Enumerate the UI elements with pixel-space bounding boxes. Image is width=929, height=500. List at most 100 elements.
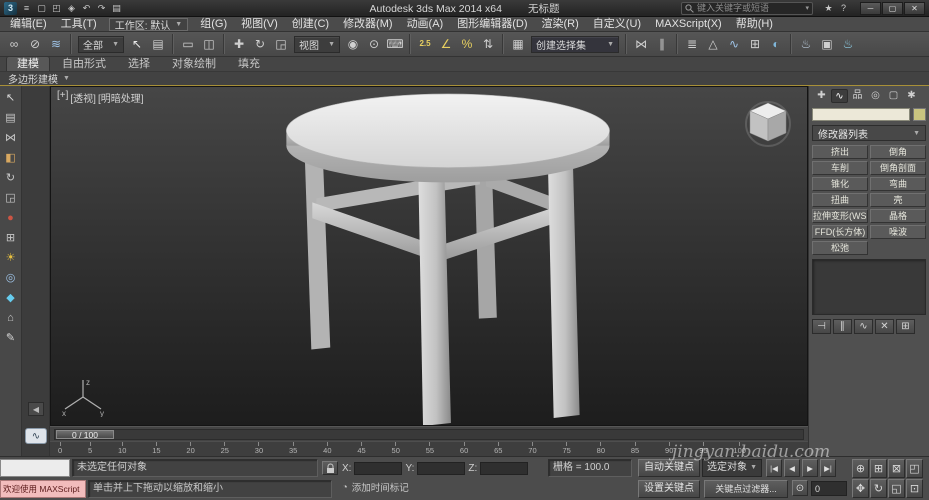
zoom-icon[interactable]: ⊕ — [852, 459, 869, 478]
menu-help[interactable]: 帮助(H) — [729, 17, 780, 31]
application-menu-icon[interactable]: ≡ — [19, 2, 34, 15]
modifier-list-dropdown[interactable]: 修改器列表 ▼ — [812, 125, 926, 141]
left-toolbar-grid-icon[interactable]: ⊞ — [2, 230, 20, 246]
menu-modifiers[interactable]: 修改器(M) — [336, 17, 400, 31]
ruler-tick[interactable]: 15 — [152, 442, 160, 456]
viewport-menu-pov[interactable]: [透视] — [70, 90, 96, 105]
time-slider-handle[interactable]: 0 / 100 — [56, 430, 114, 439]
snap-toggle-icon[interactable]: 2.5 — [415, 34, 435, 54]
zoom-region-icon[interactable]: ◰ — [906, 459, 923, 478]
modify-tab[interactable]: ∿ — [831, 89, 848, 103]
ruler-tick[interactable]: 90 — [665, 442, 673, 456]
save-file-icon[interactable]: ◈ — [64, 2, 79, 15]
track-bar[interactable]: 0510152025303540455055606570758085909510… — [50, 441, 808, 456]
schematic-view-icon[interactable]: ⊞ — [745, 34, 765, 54]
make-unique-icon[interactable]: ∿ — [854, 319, 873, 334]
ruler-tick[interactable]: 75 — [562, 442, 570, 456]
left-toolbar-select-icon[interactable]: ↖ — [2, 90, 20, 106]
align-icon[interactable]: ∥ — [652, 34, 672, 54]
view-cube[interactable] — [741, 95, 795, 149]
set-key-button[interactable]: 设置关键点 — [638, 480, 700, 498]
modifier-button-lathe[interactable]: 车削 — [812, 161, 868, 175]
bind-to-space-warp-icon[interactable]: ≋ — [46, 34, 66, 54]
menu-views[interactable]: 视图(V) — [234, 17, 285, 31]
remove-modifier-icon[interactable]: ✕ — [875, 319, 894, 334]
selection-set-dropdown[interactable]: 选定对象 ▼ — [702, 459, 762, 477]
key-mode-toggle-button[interactable]: ⊙ — [792, 480, 808, 496]
ruler-tick[interactable]: 5 — [88, 442, 92, 456]
object-color-swatch[interactable] — [913, 108, 926, 121]
ruler-tick[interactable]: 35 — [289, 442, 297, 456]
maximize-button[interactable]: ▢ — [882, 2, 903, 15]
left-toolbar-layers-icon[interactable]: ▤ — [2, 110, 20, 126]
show-end-result-icon[interactable]: ∥ — [833, 319, 852, 334]
select-object-icon[interactable]: ↖ — [127, 34, 147, 54]
current-frame-field[interactable] — [811, 481, 847, 496]
mini-curve-editor-button[interactable]: ∿ — [25, 428, 47, 444]
ruler-tick[interactable]: 100 — [733, 442, 746, 456]
modifier-button-relax[interactable]: 松弛 — [812, 241, 868, 255]
left-toolbar-material-icon[interactable]: ● — [2, 210, 20, 226]
modifier-button-ffd-box[interactable]: FFD(长方体) — [812, 225, 868, 239]
menu-edit[interactable]: 编辑(E) — [3, 17, 54, 31]
modifier-button-bend[interactable]: 弯曲 — [870, 177, 926, 191]
z-coordinate-field[interactable] — [480, 462, 528, 475]
create-tab[interactable]: ✚ — [813, 89, 830, 103]
ribbon-tab-populate[interactable]: 填充 — [228, 57, 270, 71]
viewport-menu-shading[interactable]: [明暗处理] — [98, 90, 144, 105]
curve-editor-icon[interactable]: ∿ — [724, 34, 744, 54]
menu-graph-editors[interactable]: 图形编辑器(D) — [450, 17, 534, 31]
modifier-button-bevel-profile[interactable]: 倒角剖面 — [870, 161, 926, 175]
perspective-viewport[interactable]: [+] [透视] [明暗处理] — [50, 86, 808, 426]
ribbon-tab-object-paint[interactable]: 对象绘制 — [162, 57, 226, 71]
lock-selection-toggle[interactable] — [322, 461, 338, 475]
search-input[interactable] — [697, 3, 802, 13]
ribbon-tab-freeform[interactable]: 自由形式 — [52, 57, 116, 71]
configure-modifier-sets-icon[interactable]: ⊞ — [896, 319, 915, 334]
modifier-button-noise[interactable]: 噪波 — [870, 225, 926, 239]
menu-group[interactable]: 组(G) — [193, 17, 234, 31]
window-crossing-icon[interactable]: ◫ — [199, 34, 219, 54]
named-selection-sets-dropdown[interactable]: 创建选择集▼ — [531, 36, 619, 53]
left-toolbar-mirror-icon[interactable]: ⋈ — [2, 130, 20, 146]
minimize-button[interactable]: ─ — [860, 2, 881, 15]
modifier-button-shell[interactable]: 壳 — [870, 193, 926, 207]
ribbon-tab-modeling[interactable]: 建模 — [6, 56, 50, 71]
menu-maxscript[interactable]: MAXScript(X) — [648, 17, 729, 31]
search-dropdown-icon[interactable]: ▾ — [805, 4, 809, 12]
viewport-menu-general[interactable]: [+] — [57, 90, 68, 105]
maxscript-mini-listener-macro-line[interactable] — [0, 459, 70, 477]
unlink-selection-icon[interactable]: ⊘ — [25, 34, 45, 54]
left-toolbar-helper-icon[interactable]: ◆ — [2, 290, 20, 306]
undo-icon[interactable]: ↶ — [79, 2, 94, 15]
menu-customize[interactable]: 自定义(U) — [586, 17, 648, 31]
add-time-tag[interactable]: ◔ 添加时间标记 — [338, 480, 434, 494]
maxscript-mini-listener[interactable]: 欢迎使用 MAXScript — [0, 480, 86, 498]
ribbon-section-label[interactable]: 多边形建模 — [8, 71, 58, 86]
app-logo[interactable]: 3 — [4, 2, 17, 15]
left-toolbar-rotate-icon[interactable]: ↻ — [2, 170, 20, 186]
ruler-tick[interactable]: 55 — [426, 442, 434, 456]
select-and-move-icon[interactable]: ✚ — [229, 34, 249, 54]
infocenter-star-icon[interactable]: ★ — [821, 2, 836, 15]
select-and-link-icon[interactable]: ∞ — [4, 34, 24, 54]
modifier-button-twist[interactable]: 扭曲 — [812, 193, 868, 207]
auto-key-button[interactable]: 自动关键点 — [638, 459, 700, 477]
rendered-frame-window-icon[interactable]: ▣ — [817, 34, 837, 54]
zoom-extents-all-icon[interactable]: ◱ — [888, 479, 905, 498]
left-toolbar-home-icon[interactable]: ⌂ — [2, 310, 20, 326]
left-toolbar-light-icon[interactable]: ☀ — [2, 250, 20, 266]
workspace-selector[interactable]: 工作区: 默认▼ — [109, 18, 189, 31]
spinner-snap-icon[interactable]: ⇅ — [478, 34, 498, 54]
ruler-tick[interactable]: 95 — [699, 442, 707, 456]
play-animation-button[interactable]: ▶ — [802, 459, 818, 477]
utilities-tab[interactable]: ✱ — [903, 89, 920, 103]
ruler-tick[interactable]: 40 — [323, 442, 331, 456]
maximize-viewport-toggle-icon[interactable]: ⊡ — [906, 479, 923, 498]
menu-animation[interactable]: 动画(A) — [400, 17, 451, 31]
pan-icon[interactable]: ✥ — [852, 479, 869, 498]
project-folder-icon[interactable]: ▤ — [109, 2, 124, 15]
go-to-start-button[interactable]: |◀ — [766, 459, 782, 477]
ruler-tick[interactable]: 65 — [494, 442, 502, 456]
modifier-button-extrude[interactable]: 挤出 — [812, 145, 868, 159]
